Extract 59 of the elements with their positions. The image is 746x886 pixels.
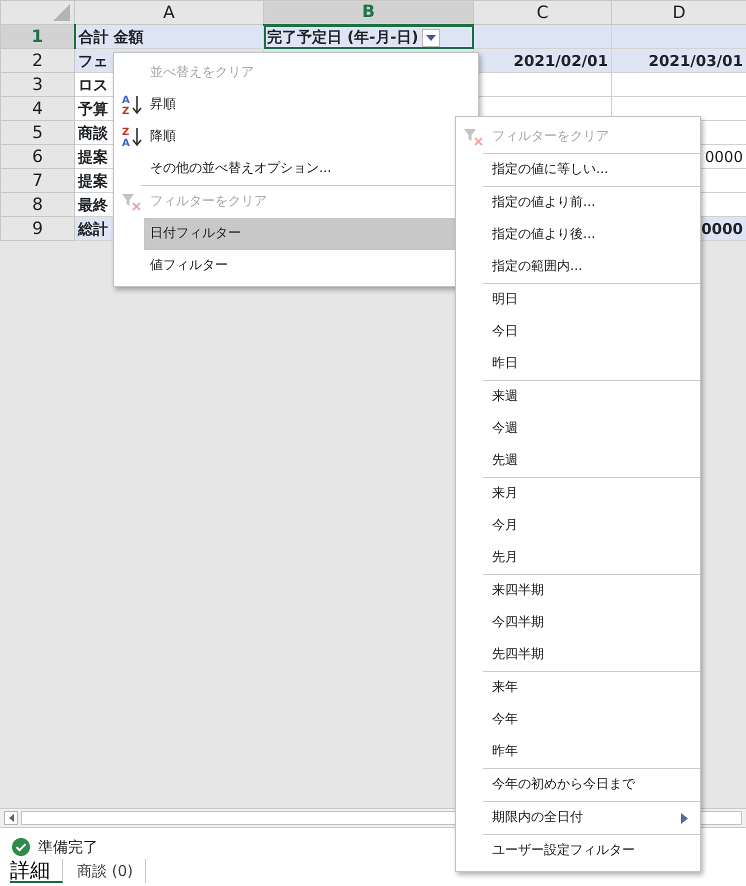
column-header[interactable]: B bbox=[264, 0, 474, 24]
menu-item[interactable]: 来月 bbox=[456, 478, 700, 510]
row-header[interactable]: 1 bbox=[0, 24, 74, 48]
menu-item[interactable]: 来週 bbox=[456, 381, 700, 413]
table-cell: 0000 bbox=[704, 148, 743, 166]
row-header[interactable]: 2 bbox=[0, 48, 74, 72]
menu-item[interactable]: 来四半期 bbox=[456, 575, 700, 607]
sheet-tab[interactable]: 詳細 bbox=[10, 858, 63, 882]
menu-item[interactable]: 来年 bbox=[456, 672, 700, 704]
row-header[interactable]: 7 bbox=[0, 168, 74, 192]
menu-item[interactable]: 指定の範囲内... bbox=[456, 251, 700, 283]
menu-item[interactable]: 昨日 bbox=[456, 348, 700, 380]
column-header[interactable]: D bbox=[612, 0, 746, 24]
menu-item[interactable]: 今日 bbox=[456, 316, 700, 348]
clear-filter-icon bbox=[121, 192, 143, 212]
menu-item[interactable]: 期限内の全日付 bbox=[456, 802, 700, 834]
filter-dropdown-button[interactable] bbox=[422, 28, 440, 47]
table-cell: 商談 bbox=[78, 124, 108, 142]
column-header[interactable]: A bbox=[74, 0, 264, 24]
table-cell: ロス bbox=[78, 76, 108, 94]
menu-item[interactable]: 明日 bbox=[456, 284, 700, 316]
column-header[interactable]: C bbox=[474, 0, 612, 24]
table-cell: 2021/03/01 bbox=[648, 52, 743, 70]
menu-item[interactable]: 今年 bbox=[456, 704, 700, 736]
menu-item[interactable]: ユーザー設定フィルター bbox=[456, 835, 700, 867]
menu-item[interactable]: 今月 bbox=[456, 510, 700, 542]
scroll-left-button[interactable] bbox=[4, 811, 18, 825]
clear-filter-icon bbox=[463, 127, 485, 147]
row-header[interactable]: 8 bbox=[0, 192, 74, 216]
row-header[interactable]: 3 bbox=[0, 72, 74, 96]
table-cell: 提案 bbox=[78, 172, 108, 190]
menu-item[interactable]: 指定の値に等しい... bbox=[456, 154, 700, 186]
caret-icon bbox=[426, 34, 436, 41]
menu-item[interactable]: 昨年 bbox=[456, 736, 700, 768]
menu-item[interactable]: 今四半期 bbox=[456, 607, 700, 639]
menu-item[interactable]: 今週 bbox=[456, 413, 700, 445]
row-header[interactable]: 6 bbox=[0, 144, 74, 168]
table-cell: 予算 bbox=[78, 100, 108, 118]
row-header[interactable]: 5 bbox=[0, 120, 74, 144]
status-text: 準備完了 bbox=[38, 837, 98, 858]
menu-item[interactable]: 先週 bbox=[456, 445, 700, 477]
menu-item[interactable]: 指定の値より前... bbox=[456, 187, 700, 219]
menu-item[interactable]: 先月 bbox=[456, 542, 700, 574]
table-cell: 2021/02/01 bbox=[514, 52, 608, 70]
table-cell: 0000 bbox=[701, 220, 743, 238]
menu-item[interactable]: 今年の初めから今日まで bbox=[456, 769, 700, 801]
table-cell: 最終 bbox=[78, 196, 108, 214]
check-circle-icon bbox=[12, 838, 30, 856]
left-arrow-icon bbox=[8, 814, 14, 822]
table-cell: 合計 金額 bbox=[78, 28, 144, 46]
menu-item[interactable]: 先四半期 bbox=[456, 639, 700, 671]
sheet-tab[interactable]: 商談 (0) bbox=[63, 858, 146, 882]
table-cell: 完了予定日 (年-月-日) bbox=[267, 28, 418, 46]
menu-item[interactable]: A Z 昇順 bbox=[114, 89, 478, 121]
row-header[interactable]: 4 bbox=[0, 96, 74, 120]
table-cell: 総計 bbox=[78, 220, 108, 238]
row-header[interactable]: 9 bbox=[0, 216, 74, 240]
table-cell: 提案 bbox=[78, 148, 108, 166]
table-cell: フェ bbox=[78, 52, 108, 70]
